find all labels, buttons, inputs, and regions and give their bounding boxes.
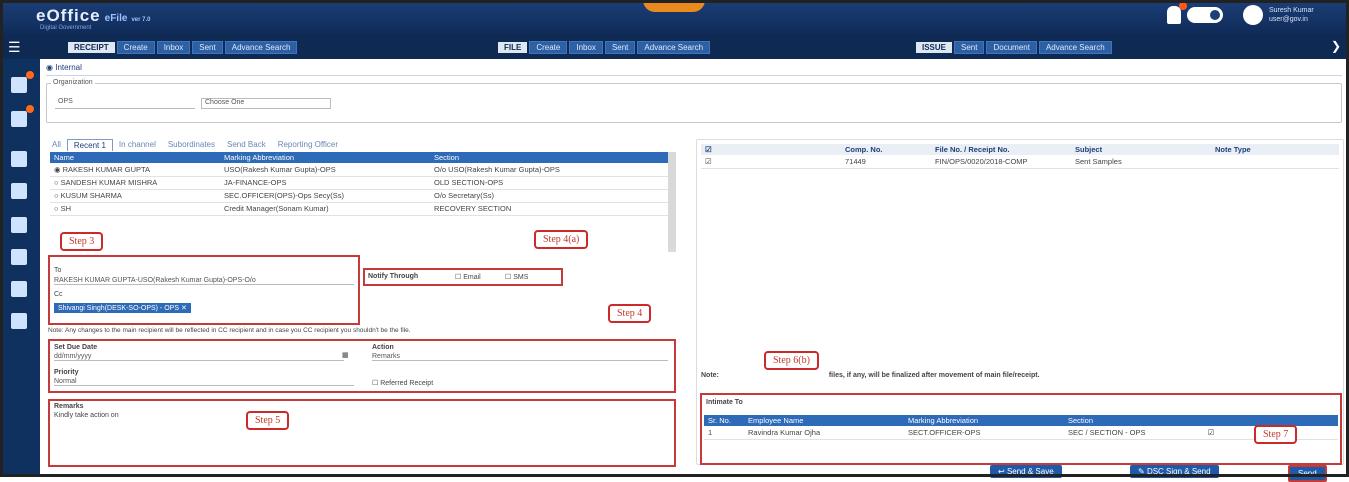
screenshot-frame: [0, 0, 1349, 477]
